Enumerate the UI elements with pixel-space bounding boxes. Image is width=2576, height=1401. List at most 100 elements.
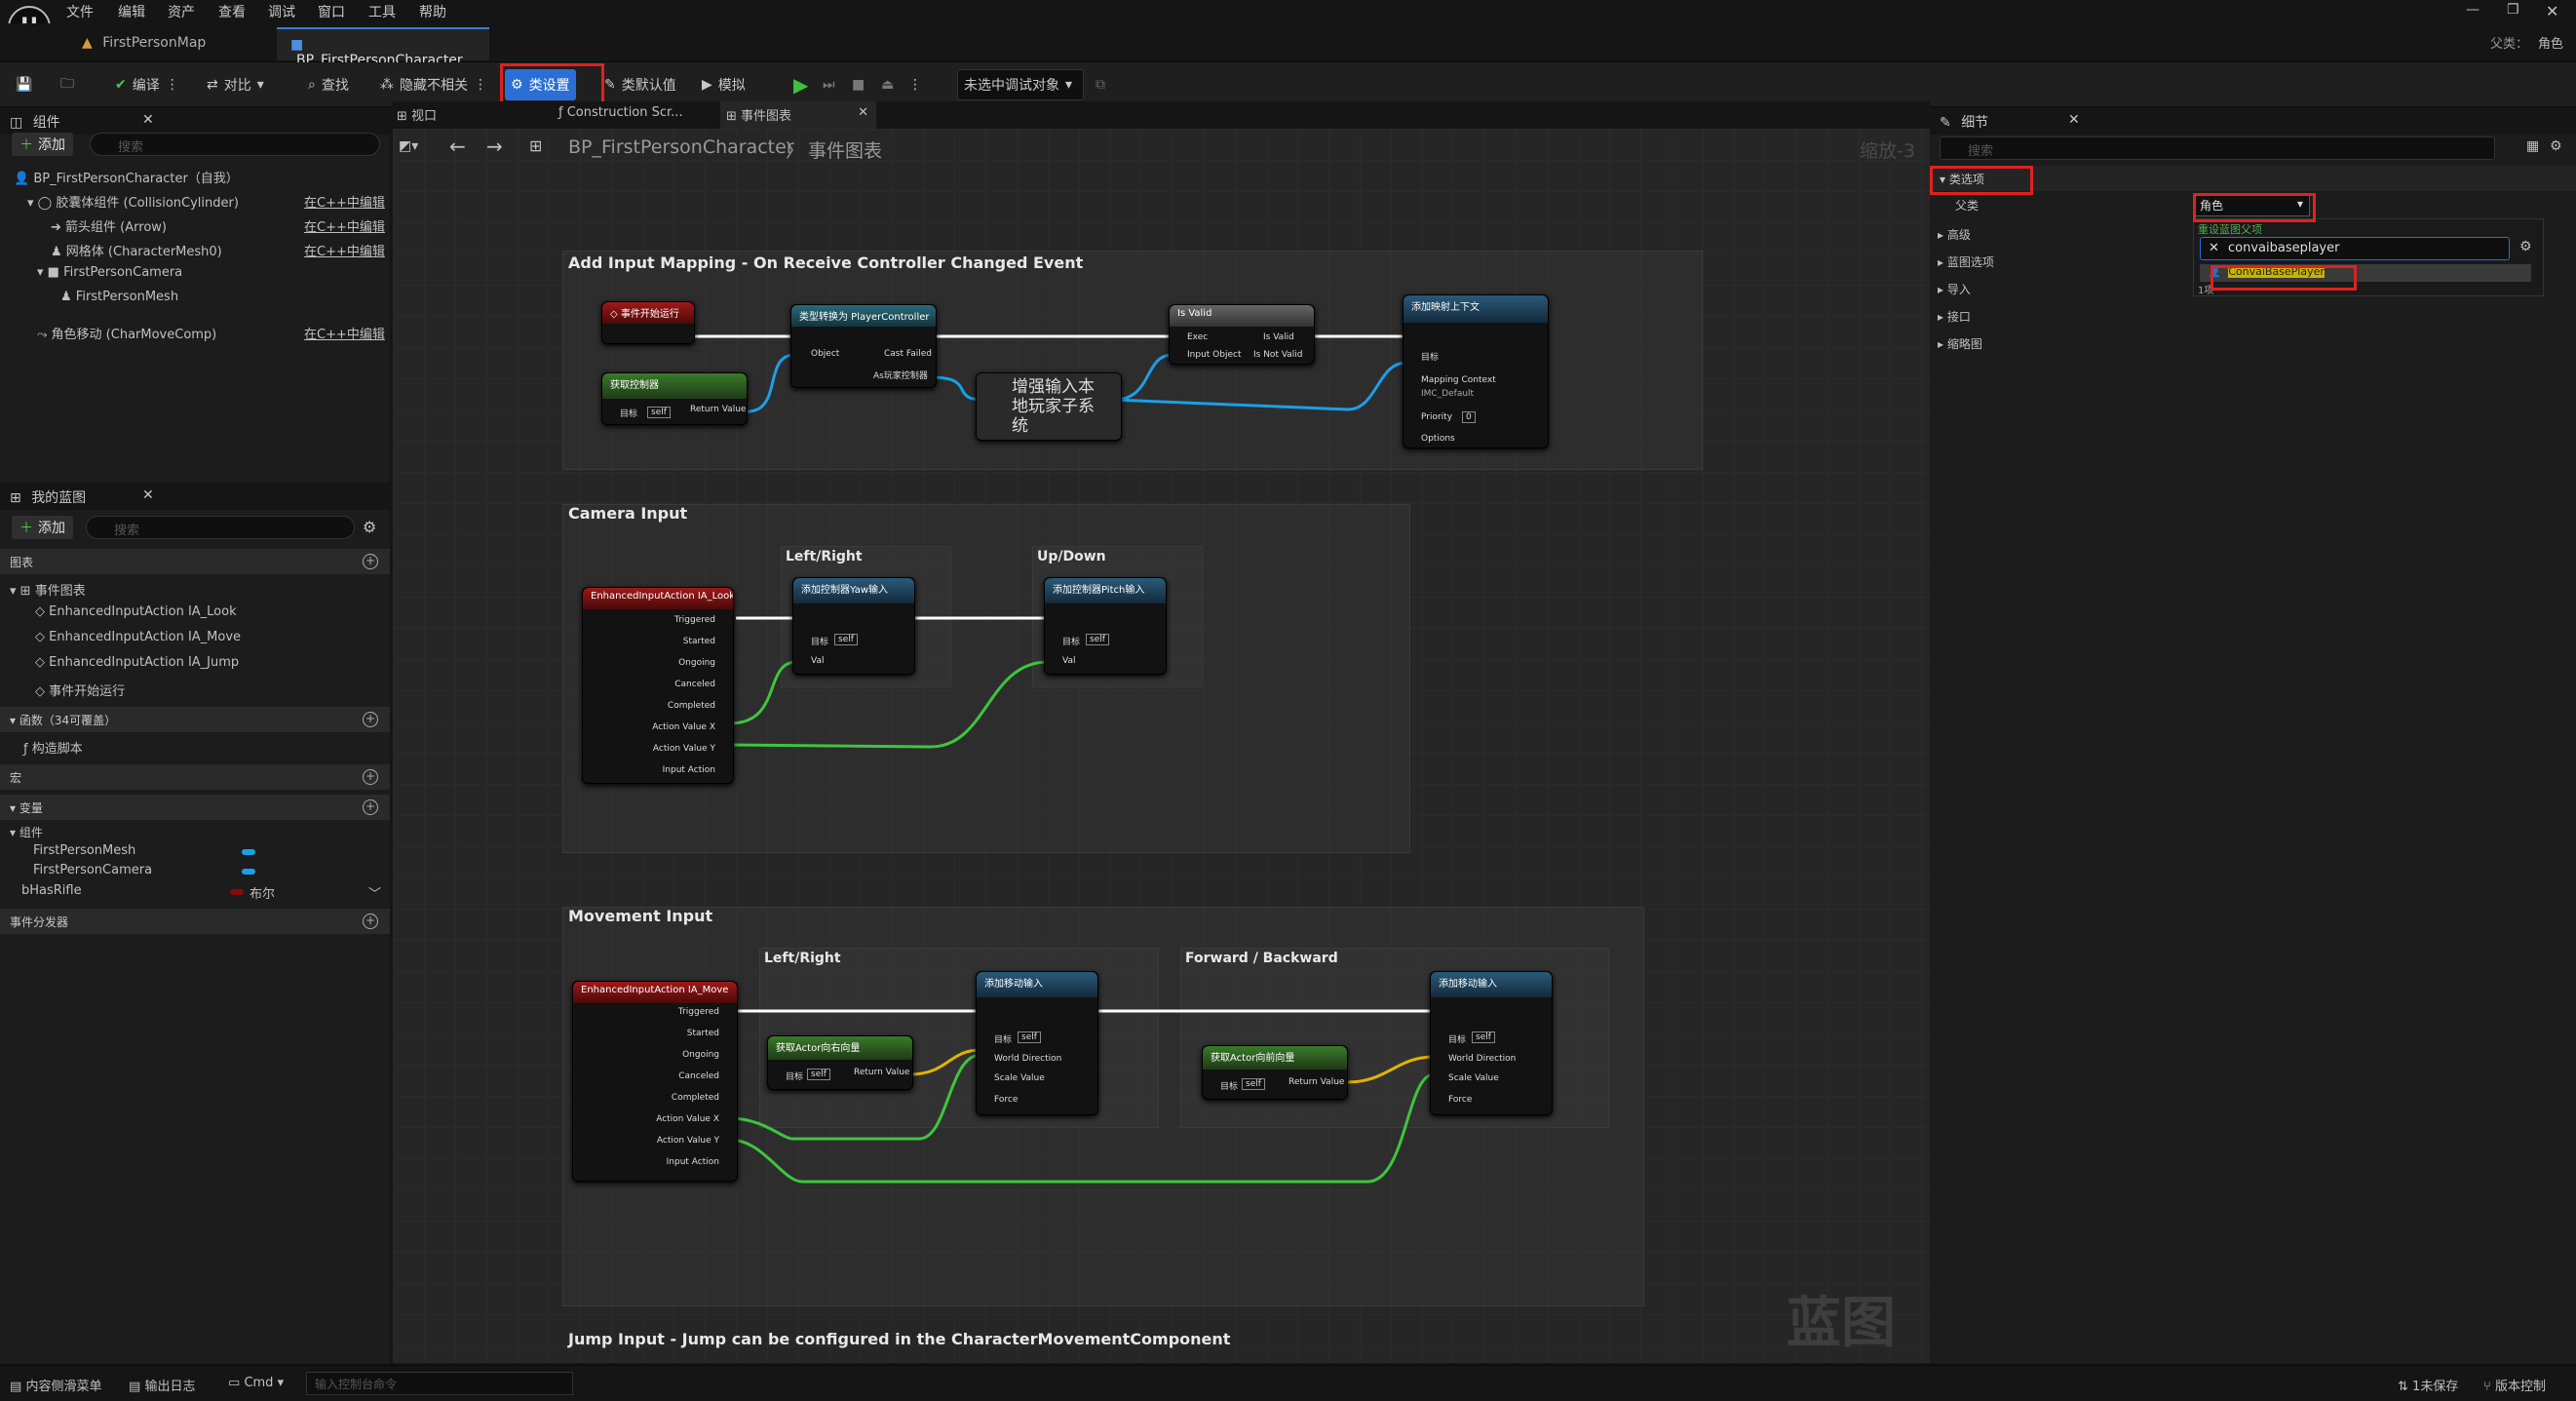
edit-in-cpp-link[interactable]: 在C++中编辑 [304, 192, 385, 211]
node-add-pitch[interactable]: 添加控制器Pitch输入 目标 self Val [1044, 577, 1167, 675]
close-tab-icon[interactable]: ✕ [858, 105, 868, 120]
event-row-ia-look[interactable]: ◇ EnhancedInputAction IA_Look [35, 604, 237, 619]
component-row-fpmesh[interactable]: ♟ FirstPersonMesh [60, 290, 178, 304]
menu-asset[interactable]: 资产 [168, 2, 195, 21]
node-cast-playercontroller[interactable]: 类型转换为 PlayerController Object Cast Faile… [790, 304, 937, 388]
eject-button[interactable]: ⏏ [875, 69, 900, 100]
variable-row-fpcamera[interactable]: FirstPersonCamera [33, 863, 152, 877]
section-thumbnail[interactable]: ▸ 缩略图 [1938, 335, 1982, 352]
find-button[interactable]: ⌕ 查找 [302, 69, 355, 100]
step-button[interactable]: ⏭ [817, 69, 841, 100]
close-window-icon[interactable]: ✕ [2546, 2, 2558, 20]
expand-icon[interactable]: ﹀ [368, 883, 381, 902]
close-panel-icon[interactable]: ✕ [2068, 112, 2080, 128]
dispatchers-section[interactable]: 事件分发器 [0, 909, 390, 934]
component-row-arrow[interactable]: ➔ 箭头组件 (Arrow) [51, 216, 167, 235]
section-imports[interactable]: ▸ 导入 [1938, 281, 1971, 297]
node-ia-look[interactable]: EnhancedInputAction IA_Look Triggered St… [582, 587, 734, 784]
add-function-icon[interactable]: + [363, 712, 378, 727]
node-get-subsystem[interactable]: 增强输入本地玩家子系统 [976, 372, 1122, 441]
component-row-self[interactable]: 👤 BP_FirstPersonCharacter（自我） [14, 168, 239, 186]
event-graph-row[interactable]: ▾ ⊞ 事件图表 [10, 580, 86, 599]
clear-search-icon[interactable]: ✕ [2209, 241, 2219, 255]
console-input[interactable]: 输入控制台命令 [306, 1372, 573, 1395]
add-macro-icon[interactable]: + [363, 769, 378, 785]
class-defaults-button[interactable]: ✎ 类默认值 [598, 69, 682, 100]
reparent-search-input[interactable]: ✕ convaibaseplayer [2200, 237, 2510, 260]
node-add-mapping-context[interactable]: 添加映射上下文 目标 Mapping Context IMC_Default P… [1403, 294, 1549, 448]
menu-edit[interactable]: 编辑 [118, 2, 145, 21]
node-add-movement-input-2[interactable]: 添加移动输入 目标 self World Direction Scale Val… [1430, 971, 1553, 1115]
add-graph-icon[interactable]: + [363, 554, 378, 569]
construction-script-row[interactable]: ƒ 构造脚本 [23, 738, 83, 757]
debug-icon[interactable]: ⧉ [1090, 69, 1111, 100]
event-row-ia-move[interactable]: ◇ EnhancedInputAction IA_Move [35, 630, 241, 644]
play-options-icon[interactable]: ⋮ [903, 69, 928, 100]
edit-in-cpp-link[interactable]: 在C++中编辑 [304, 324, 385, 342]
variable-row-fpmesh[interactable]: FirstPersonMesh [33, 843, 135, 858]
menu-tools[interactable]: 工具 [368, 2, 396, 21]
graphs-section[interactable]: 图表 [0, 549, 390, 574]
add-dispatcher-icon[interactable]: + [363, 914, 378, 929]
component-row-mesh[interactable]: ♟ 网格体 (CharacterMesh0) [51, 241, 222, 259]
node-begin-play[interactable]: ◇ 事件开始运行 [601, 301, 695, 344]
component-row-camera[interactable]: ▾ ■ FirstPersonCamera [37, 265, 182, 280]
add-member-button[interactable]: ＋添加 [12, 516, 73, 539]
component-row-capsule[interactable]: ▾ ◯ 胶囊体组件 (CollisionCylinder) [27, 192, 239, 211]
add-component-button[interactable]: ＋添加 [12, 133, 73, 156]
hide-unrelated-button[interactable]: ⁂ 隐藏不相关 ⋮ [374, 69, 493, 100]
variables-section[interactable]: ▾ 变量 [0, 795, 390, 820]
minimize-icon[interactable]: — [2466, 2, 2480, 18]
diff-button[interactable]: ⇄ 对比 ▾ [201, 69, 270, 100]
settings-gear-icon[interactable]: ⚙ [2519, 239, 2532, 254]
close-panel-icon[interactable]: ✕ [142, 487, 154, 503]
compile-button[interactable]: ✔ 编译 ⋮ [109, 69, 185, 100]
section-interfaces[interactable]: ▸ 接口 [1938, 308, 1971, 325]
settings-gear-icon[interactable]: ⚙ [2550, 138, 2562, 154]
variable-row-hasrifle[interactable]: bHasRifle [21, 883, 82, 898]
simulate-button[interactable]: ▶ 模拟 [696, 69, 751, 100]
menu-window[interactable]: 窗口 [318, 2, 345, 21]
menu-view[interactable]: 查看 [218, 2, 246, 21]
source-control-button[interactable]: ⑂ 版本控制 [2483, 1376, 2546, 1394]
components-category[interactable]: ▾ 组件 [10, 824, 43, 840]
save-button[interactable]: 💾 [10, 69, 38, 100]
my-blueprint-search-input[interactable]: 搜索 [86, 516, 355, 539]
components-search-input[interactable]: 搜索 [90, 133, 380, 156]
event-row-ia-jump[interactable]: ◇ EnhancedInputAction IA_Jump [35, 655, 239, 670]
add-variable-icon[interactable]: + [363, 799, 378, 815]
section-advanced[interactable]: ▸ 高级 [1938, 226, 1971, 243]
settings-gear-icon[interactable]: ⚙ [363, 518, 376, 536]
event-row-begin-play[interactable]: ◇ 事件开始运行 [35, 681, 125, 699]
functions-section[interactable]: ▾ 函数（34可覆盖） [0, 707, 390, 732]
section-blueprint-options[interactable]: ▸ 蓝图选项 [1938, 253, 1994, 270]
stop-button[interactable]: ■ [846, 69, 870, 100]
restore-icon[interactable]: ❐ [2507, 2, 2519, 18]
edit-in-cpp-link[interactable]: 在C++中编辑 [304, 241, 385, 259]
node-add-yaw[interactable]: 添加控制器Yaw输入 目标 self Val [792, 577, 915, 675]
play-button[interactable]: ▶ [788, 69, 814, 100]
content-drawer-button[interactable]: ▤ 内容侧滑菜单 [10, 1376, 101, 1394]
node-ia-move[interactable]: EnhancedInputAction IA_Move Triggered St… [572, 981, 738, 1182]
node-get-controller[interactable]: 获取控制器 目标 self Return Value [601, 372, 748, 425]
cmd-select[interactable]: ▭ Cmd ▾ [228, 1376, 284, 1390]
macros-section[interactable]: 宏 [0, 764, 390, 790]
menu-debug[interactable]: 调试 [268, 2, 295, 21]
tab-firstpersonmap[interactable]: ▲ FirstPersonMap [68, 27, 273, 60]
node-get-right-vector[interactable]: 获取Actor向右向量 目标 self Return Value [767, 1035, 913, 1090]
close-panel-icon[interactable]: ✕ [142, 112, 154, 128]
browse-button[interactable]: 🗀 [55, 69, 80, 100]
menu-help[interactable]: 帮助 [419, 2, 446, 21]
tab-event-graph[interactable]: ⊞ 事件图表 ✕ [720, 101, 876, 129]
event-graph-canvas[interactable]: ◩▾ ← → ⊞ BP_FirstPersonCharacter 〉 事件图表 … [393, 129, 1930, 1363]
details-search-input[interactable]: 搜索 [1940, 136, 2495, 160]
node-add-movement-input-1[interactable]: 添加移动输入 目标 self World Direction Scale Val… [976, 971, 1098, 1115]
node-is-valid[interactable]: Is Valid Exec Is Valid Input Object Is N… [1169, 304, 1315, 365]
output-log-button[interactable]: ▤ 输出日志 [129, 1376, 195, 1394]
grid-view-icon[interactable]: ▦ [2526, 138, 2539, 154]
component-row-movement[interactable]: ⤳ 角色移动 (CharMoveComp) [37, 324, 216, 342]
node-get-forward-vector[interactable]: 获取Actor向前向量 目标 self Return Value [1202, 1045, 1348, 1100]
unsaved-button[interactable]: ⇅ 1未保存 [2398, 1376, 2458, 1394]
edit-in-cpp-link[interactable]: 在C++中编辑 [304, 216, 385, 235]
tab-viewport[interactable]: ⊞ 视口 [397, 105, 437, 124]
